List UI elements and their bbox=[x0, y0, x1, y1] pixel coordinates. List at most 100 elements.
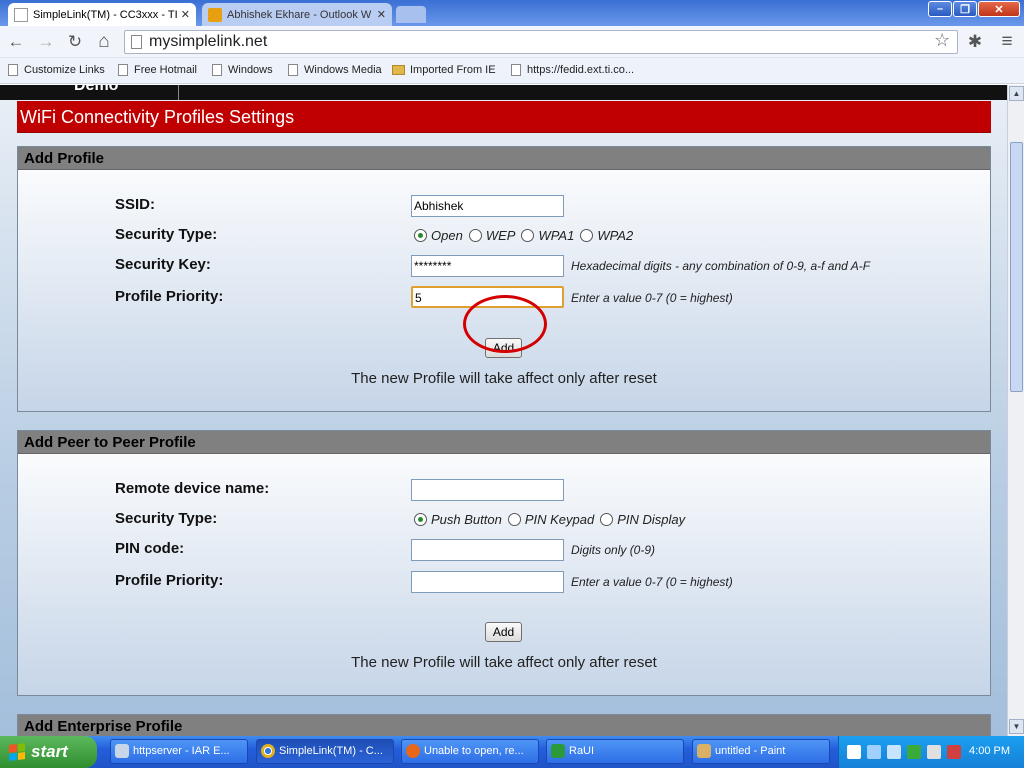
security-type-label: Security Type: bbox=[115, 510, 218, 527]
taskbar-item[interactable]: RaUI bbox=[546, 739, 684, 764]
reload-icon[interactable]: ↻ bbox=[64, 32, 86, 52]
annotation-circle bbox=[463, 295, 547, 353]
reset-note: The new Profile will take affect only af… bbox=[351, 370, 657, 387]
close-tab-icon[interactable]: ✕ bbox=[181, 8, 190, 21]
taskbar-item-label: Unable to open, re... bbox=[424, 745, 524, 757]
bookmark-star-icon[interactable]: ☆ bbox=[934, 30, 950, 51]
radio-label: WPA2 bbox=[597, 228, 634, 243]
windows-taskbar: start httpserver - IAR E... SimpleLink(T… bbox=[0, 736, 1024, 768]
taskbar-item[interactable]: Unable to open, re... bbox=[401, 739, 539, 764]
bookmarks-bar: Customize Links Free Hotmail Windows Win… bbox=[0, 58, 1024, 84]
radio-wpa2[interactable] bbox=[580, 229, 594, 242]
home-icon[interactable]: ⌂ bbox=[93, 32, 115, 52]
bookmark-label: Windows Media bbox=[304, 64, 382, 76]
bookmark-folder[interactable]: Imported From IE bbox=[392, 64, 496, 76]
remote-device-input[interactable] bbox=[411, 479, 564, 501]
menu-icon[interactable]: ≡ bbox=[996, 32, 1018, 52]
raui-icon bbox=[551, 744, 565, 758]
panel-title: Add Enterprise Profile bbox=[18, 715, 990, 736]
vertical-scrollbar[interactable]: ▲ ▼ bbox=[1007, 85, 1024, 736]
bookmark-label: Free Hotmail bbox=[134, 64, 197, 76]
radio-label: Push Button bbox=[431, 512, 502, 527]
close-tab-icon[interactable]: ✕ bbox=[377, 8, 386, 21]
tab-outlook[interactable]: Abhishek Ekhare - Outlook W ✕ bbox=[202, 3, 392, 26]
taskbar-item-label: SimpleLink(TM) - C... bbox=[279, 745, 383, 757]
radio-label: WEP bbox=[485, 228, 516, 243]
tab-title: SimpleLink(TM) - CC3xxx - TI bbox=[33, 8, 177, 21]
page-icon bbox=[212, 64, 222, 76]
forward-arrow-icon[interactable]: → bbox=[35, 32, 57, 52]
radio-pin-keypad[interactable] bbox=[507, 513, 521, 526]
profile-priority-label: Profile Priority: bbox=[115, 572, 224, 589]
clock[interactable]: 4:00 PM bbox=[969, 745, 1010, 757]
bookmark-item[interactable]: https://fedid.ext.ti.co... bbox=[511, 64, 634, 76]
taskbar-item-label: RaUI bbox=[569, 745, 595, 757]
radio-label: PIN Display bbox=[617, 512, 686, 527]
page-icon bbox=[14, 7, 28, 22]
p2p-security-radio-group: Push Button PIN Keypad PIN Display bbox=[414, 512, 691, 527]
chrome-icon bbox=[261, 744, 275, 758]
taskbar-item[interactable]: httpserver - IAR E... bbox=[110, 739, 248, 764]
remote-device-label: Remote device name: bbox=[115, 480, 270, 497]
security-icon[interactable] bbox=[947, 745, 961, 759]
bookmark-item[interactable]: Windows bbox=[212, 64, 273, 76]
nav-item-demo[interactable]: Demo bbox=[74, 85, 118, 95]
radio-label: PIN Keypad bbox=[524, 512, 595, 527]
back-arrow-icon[interactable]: ← bbox=[5, 32, 27, 52]
raui-tray-icon[interactable] bbox=[907, 745, 921, 759]
browser-tab-bar: SimpleLink(TM) - CC3xxx - TI ✕ Abhishek … bbox=[0, 0, 1024, 26]
minimize-button[interactable]: – bbox=[928, 1, 952, 17]
radio-open[interactable] bbox=[414, 229, 427, 242]
tab-simplelink[interactable]: SimpleLink(TM) - CC3xxx - TI ✕ bbox=[8, 3, 196, 26]
folder-icon bbox=[392, 65, 405, 75]
address-bar[interactable]: mysimplelink.net bbox=[124, 30, 958, 54]
radio-pin-display[interactable] bbox=[600, 513, 614, 526]
radio-push-button[interactable] bbox=[414, 513, 427, 526]
pin-code-hint: Digits only (0-9) bbox=[571, 543, 656, 557]
display-icon[interactable] bbox=[927, 745, 941, 759]
system-tray: 4:00 PM bbox=[838, 736, 1024, 768]
profile-priority-input[interactable] bbox=[411, 571, 564, 593]
radio-wep[interactable] bbox=[468, 229, 482, 242]
outlook-icon bbox=[208, 7, 222, 22]
new-tab-button[interactable] bbox=[396, 6, 426, 23]
security-key-hint: Hexadecimal digits - any combination of … bbox=[571, 259, 871, 273]
taskbar-item[interactable]: SimpleLink(TM) - C... bbox=[256, 739, 394, 764]
bookmark-label: Customize Links bbox=[24, 64, 105, 76]
radio-label: Open bbox=[431, 228, 463, 243]
scrollbar-thumb[interactable] bbox=[1010, 142, 1023, 392]
radio-wpa1[interactable] bbox=[521, 229, 535, 242]
ssid-label: SSID: bbox=[115, 196, 156, 213]
volume-icon[interactable] bbox=[887, 745, 901, 759]
close-window-button[interactable]: ✕ bbox=[978, 1, 1020, 17]
page-title: WiFi Connectivity Profiles Settings bbox=[17, 101, 991, 133]
pin-code-input[interactable] bbox=[411, 539, 564, 561]
windows-logo-icon bbox=[9, 743, 25, 761]
address-text: mysimplelink.net bbox=[149, 33, 268, 50]
page-icon bbox=[118, 64, 128, 76]
ssid-input[interactable]: Abhishek bbox=[411, 195, 564, 217]
maximize-button[interactable]: ❐ bbox=[953, 1, 977, 17]
profile-priority-label: Profile Priority: bbox=[115, 288, 224, 305]
security-key-input[interactable]: ******** bbox=[411, 255, 564, 277]
radio-label: WPA1 bbox=[538, 228, 575, 243]
panel-title: Add Profile bbox=[18, 147, 990, 170]
page-icon bbox=[8, 64, 18, 76]
reset-note: The new Profile will take affect only af… bbox=[351, 654, 657, 671]
top-nav-bar: Demo bbox=[0, 85, 1007, 100]
security-type-radio-group: Open WEP WPA1 WPA2 bbox=[414, 228, 639, 243]
taskbar-item[interactable]: untitled - Paint bbox=[692, 739, 830, 764]
help-icon[interactable] bbox=[847, 745, 861, 759]
bookmark-item[interactable]: Windows Media bbox=[288, 64, 382, 76]
start-button[interactable]: start bbox=[0, 736, 97, 768]
extension-icon[interactable]: ✱ bbox=[964, 32, 986, 52]
bookmark-item[interactable]: Free Hotmail bbox=[118, 64, 197, 76]
scroll-down-arrow-icon[interactable]: ▼ bbox=[1009, 719, 1024, 734]
network-icon[interactable] bbox=[867, 745, 881, 759]
bookmark-label: Imported From IE bbox=[410, 64, 496, 76]
paint-icon bbox=[697, 744, 711, 758]
nav-divider bbox=[178, 85, 179, 100]
scroll-up-arrow-icon[interactable]: ▲ bbox=[1009, 86, 1024, 101]
add-p2p-button[interactable]: Add bbox=[485, 622, 522, 642]
bookmark-item[interactable]: Customize Links bbox=[8, 64, 105, 76]
